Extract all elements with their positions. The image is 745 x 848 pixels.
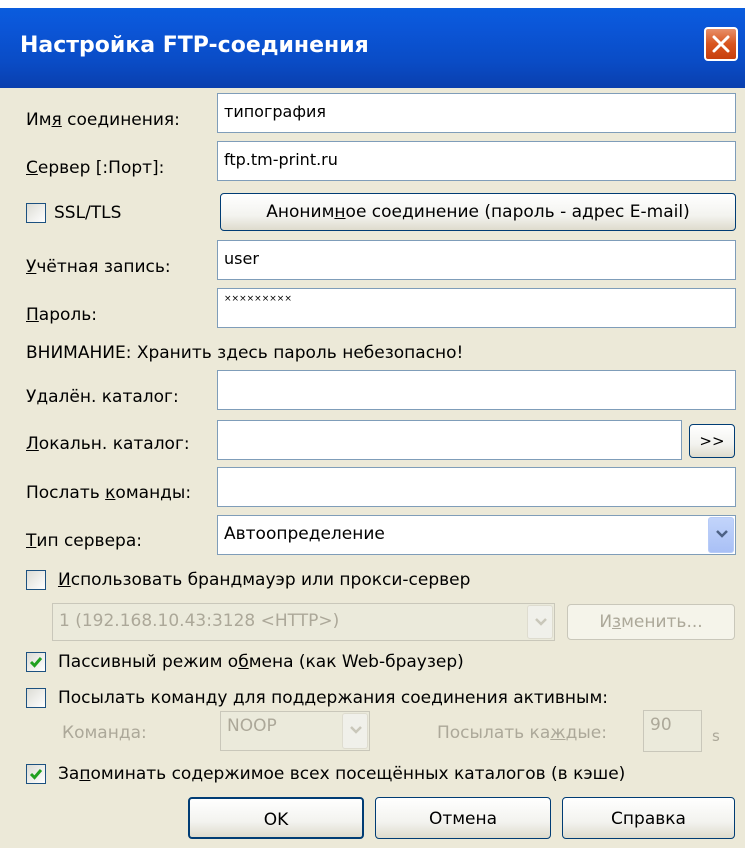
proxy-value: 1 (192.168.10.43:3128 <HTTP>) [59, 611, 340, 631]
server-type-label: Тип сервера: [26, 531, 142, 551]
server-label: Сервер [:Порт]: [26, 158, 165, 178]
browse-local-dir-button[interactable]: >> [689, 424, 735, 458]
edit-proxy-button[interactable]: Изменить... [567, 604, 735, 640]
firewall-checkbox[interactable] [26, 570, 46, 590]
firewall-label: Использовать брандмауэр или прокси-серве… [58, 570, 471, 590]
interval-label: Посылать каждые: [437, 723, 607, 743]
keepalive-checkbox[interactable] [26, 688, 46, 708]
title-bar[interactable]: Настройка FTP-соединения [0, 0, 745, 88]
help-button[interactable]: Справка [562, 797, 735, 839]
local-dir-input[interactable] [217, 420, 682, 460]
ok-button[interactable]: OK [188, 797, 364, 839]
passive-mode-label: Пассивный режим обмена (как Web-браузер) [58, 652, 464, 672]
window-title: Настройка FTP-соединения [20, 33, 369, 58]
proxy-dropdown-button[interactable] [527, 605, 553, 639]
chevron-down-icon [350, 726, 362, 734]
close-icon [712, 35, 730, 53]
password-label: Пароль: [26, 305, 98, 325]
ssl-label: SSL/TLS [54, 203, 122, 223]
interval-input[interactable]: 90 [643, 710, 702, 752]
chevron-down-icon [716, 530, 728, 538]
password-input[interactable]: ××××××××× [217, 288, 736, 328]
command-value: NOOP [227, 716, 277, 736]
passive-mode-checkbox[interactable] [26, 652, 46, 672]
connection-name-input[interactable]: типография [217, 93, 736, 133]
cache-checkbox[interactable] [26, 764, 46, 784]
server-input[interactable]: ftp.tm-print.ru [217, 141, 736, 181]
account-label: Учётная запись: [26, 257, 171, 277]
send-commands-input[interactable] [217, 467, 736, 507]
account-input[interactable]: user [217, 240, 736, 280]
cache-label: Запоминать содержимое всех посещённых ка… [58, 764, 626, 784]
chevron-down-icon [535, 618, 547, 626]
cancel-button[interactable]: Отмена [375, 797, 551, 839]
checkmark-icon [29, 657, 43, 668]
connection-name-label: Имя соединения: [26, 110, 180, 130]
server-type-dropdown-button[interactable] [708, 517, 734, 553]
ssl-checkbox[interactable] [26, 203, 46, 223]
anonymous-connection-button[interactable]: Анонимное соединение (пароль - адрес E-m… [220, 193, 736, 231]
interval-unit: s [712, 727, 720, 745]
close-button[interactable] [704, 27, 738, 61]
checkmark-icon [29, 769, 43, 780]
proxy-select[interactable]: 1 (192.168.10.43:3128 <HTTP>) [52, 603, 555, 641]
server-type-value: Автоопределение [224, 524, 385, 544]
password-warning: ВНИМАНИЕ: Хранить здесь пароль небезопас… [26, 343, 464, 363]
command-label: Команда: [62, 723, 147, 743]
send-commands-label: Послать команды: [26, 483, 192, 503]
command-select[interactable]: NOOP [220, 711, 370, 751]
keepalive-label: Посылать команду для поддержания соедине… [58, 688, 608, 708]
command-dropdown-button[interactable] [342, 713, 368, 749]
remote-dir-input[interactable] [217, 370, 736, 410]
local-dir-label: Локальн. каталог: [26, 434, 190, 454]
server-type-select[interactable]: Автоопределение [217, 515, 736, 555]
remote-dir-label: Удалён. каталог: [26, 387, 179, 407]
